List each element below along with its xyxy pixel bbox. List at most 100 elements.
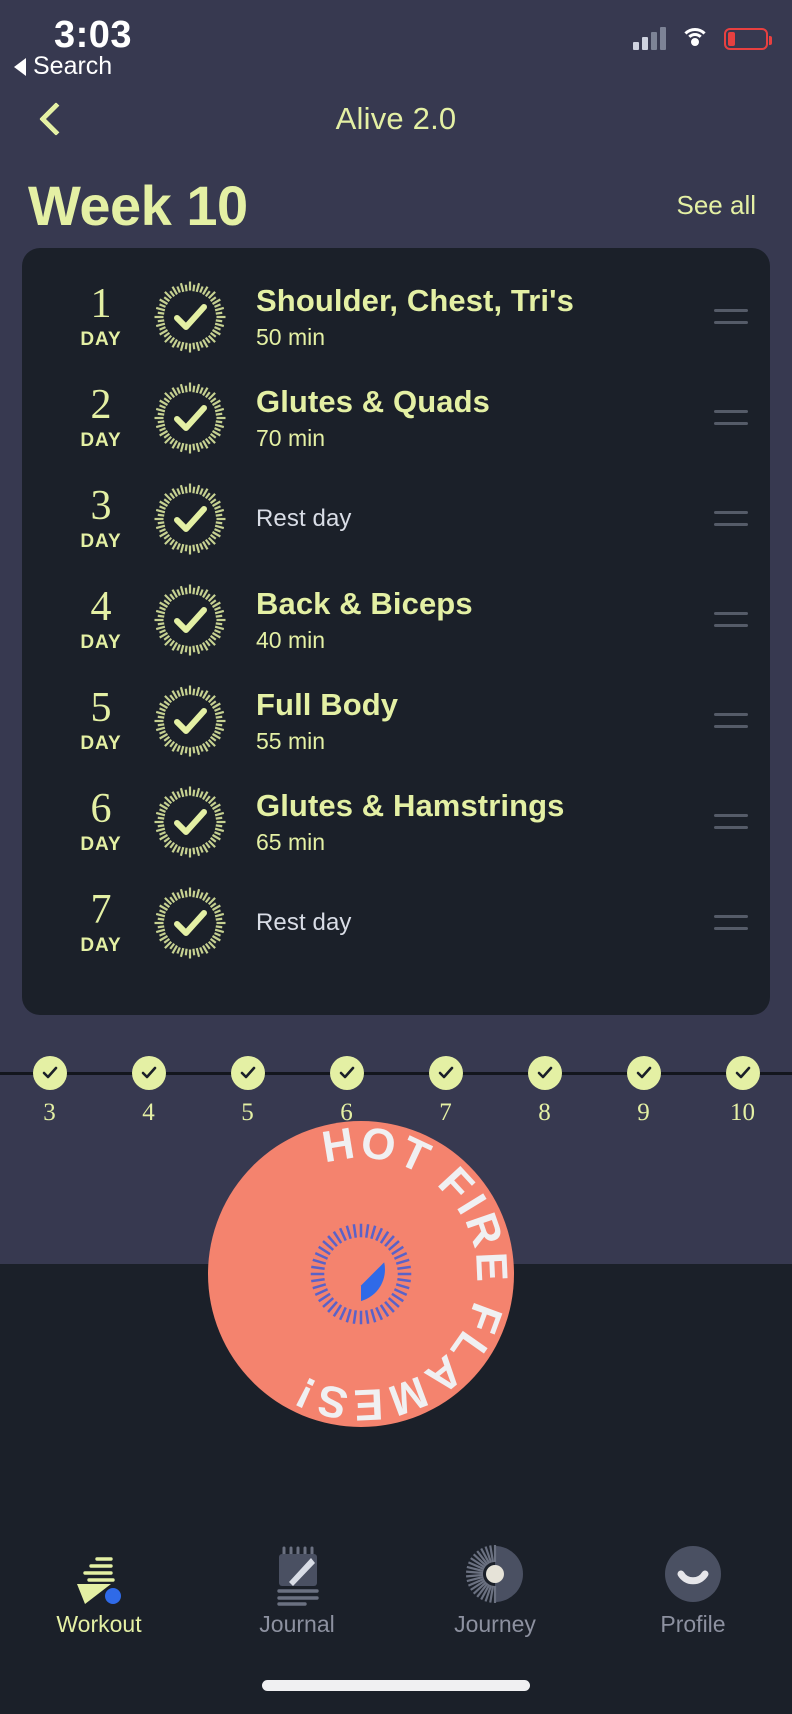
- day-drag-handle-icon[interactable]: [708, 915, 752, 930]
- day-info: Shoulder, Chest, Tri's 50 min: [228, 283, 708, 351]
- tab-label: Profile: [660, 1611, 726, 1637]
- timeline-week-item[interactable]: 9: [594, 1037, 693, 1133]
- tab-label: Journal: [259, 1611, 335, 1637]
- notebook-pencil-icon: [265, 1542, 329, 1606]
- safari-compass-icon: [310, 1223, 412, 1325]
- day-number-block: 5 DAY: [58, 687, 144, 755]
- day-drag-handle-icon[interactable]: [708, 713, 752, 728]
- day-workout-title: Rest day: [256, 908, 352, 936]
- day-row[interactable]: 6 DAY Glutes & Hamstrings 65 min: [22, 771, 770, 872]
- timeline-week-check-icon: [230, 1056, 265, 1090]
- day-row[interactable]: 7 DAY Rest day: [22, 872, 770, 973]
- tab-journal[interactable]: Journal: [198, 1536, 396, 1654]
- workout-bolt-icon: [67, 1542, 131, 1606]
- day-number-block: 3 DAY: [58, 485, 144, 553]
- timeline-week-item[interactable]: 10: [693, 1037, 792, 1133]
- day-drag-handle-icon[interactable]: [708, 612, 752, 627]
- day-label: DAY: [80, 934, 122, 956]
- day-workout-title: Glutes & Hamstrings: [256, 787, 565, 823]
- day-number-block: 4 DAY: [58, 586, 144, 654]
- day-drag-handle-icon[interactable]: [708, 511, 752, 526]
- day-drag-handle-icon[interactable]: [708, 814, 752, 829]
- day-number: 4: [90, 583, 112, 630]
- day-info: Full Body 55 min: [228, 687, 708, 755]
- timeline-week-check-icon: [428, 1056, 463, 1090]
- day-number-block: 2 DAY: [58, 384, 144, 452]
- timeline-week-check-icon: [131, 1056, 166, 1090]
- wifi-icon: [680, 28, 710, 50]
- home-indicator: [262, 1680, 530, 1691]
- day-complete-check-icon[interactable]: [152, 481, 228, 557]
- day-label: DAY: [80, 429, 122, 451]
- day-complete-check-icon[interactable]: [152, 683, 228, 759]
- timeline-week-label: 3: [43, 1099, 56, 1126]
- timeline-week-check-icon: [626, 1056, 661, 1090]
- status-bar-indicators: [633, 27, 772, 50]
- app-screen: 3:03 Search Alive 2.0 Week 10 See all 1 …: [0, 0, 792, 1714]
- day-workout-duration: 40 min: [256, 626, 326, 653]
- status-bar-back-label: Search: [33, 52, 113, 80]
- day-label: DAY: [80, 530, 122, 552]
- nav-bar: Alive 2.0: [0, 95, 792, 163]
- day-number: 6: [90, 785, 112, 832]
- day-info: Glutes & Hamstrings 65 min: [228, 788, 708, 856]
- chevron-left-icon[interactable]: [36, 99, 70, 139]
- week-header: Week 10 See all: [0, 163, 792, 248]
- see-all-link[interactable]: See all: [677, 190, 765, 221]
- timeline-week-label: 8: [538, 1099, 551, 1126]
- day-workout-title: Rest day: [256, 504, 352, 532]
- day-number: 1: [90, 280, 112, 327]
- day-complete-check-icon[interactable]: [152, 582, 228, 658]
- day-label: DAY: [80, 732, 122, 754]
- day-complete-check-icon[interactable]: [152, 279, 228, 355]
- tab-label: Workout: [56, 1611, 142, 1637]
- day-row[interactable]: 5 DAY Full Body 55 min: [22, 670, 770, 771]
- timeline-week-item[interactable]: 8: [495, 1037, 594, 1133]
- journey-burst-icon: [463, 1542, 527, 1606]
- day-number-block: 1 DAY: [58, 283, 144, 351]
- timeline-week-check-icon: [32, 1056, 67, 1090]
- tab-label: Journey: [454, 1611, 536, 1637]
- day-workout-duration: 55 min: [256, 727, 326, 754]
- day-info: Rest day: [228, 505, 708, 533]
- tab-journey[interactable]: Journey: [396, 1536, 594, 1654]
- day-info: Glutes & Quads 70 min: [228, 384, 708, 452]
- day-complete-check-icon[interactable]: [152, 380, 228, 456]
- day-drag-handle-icon[interactable]: [708, 410, 752, 425]
- status-bar-back-to-search[interactable]: Search: [14, 52, 112, 81]
- day-info: Rest day: [228, 909, 708, 937]
- day-drag-handle-icon[interactable]: [708, 309, 752, 324]
- day-workout-title: Full Body: [256, 686, 399, 722]
- week-progress-timeline: 3 4 5 6 7 8 9 10: [0, 1037, 792, 1133]
- day-workout-title: Back & Biceps: [256, 585, 473, 621]
- timeline-week-item[interactable]: 6: [297, 1037, 396, 1133]
- back-triangle-icon: [14, 57, 26, 76]
- day-label: DAY: [80, 328, 122, 350]
- week-title: Week 10: [28, 174, 248, 237]
- day-number-block: 7 DAY: [58, 889, 144, 957]
- day-complete-check-icon[interactable]: [152, 784, 228, 860]
- day-workout-title: Shoulder, Chest, Tri's: [256, 282, 574, 318]
- day-workout-title: Glutes & Quads: [256, 383, 490, 419]
- timeline-week-check-icon: [329, 1056, 364, 1090]
- day-row[interactable]: 1 DAY Shoulder, Chest, Tri's 50 min: [22, 266, 770, 367]
- timeline-week-item[interactable]: 5: [198, 1037, 297, 1133]
- day-row[interactable]: 3 DAY Rest day: [22, 468, 770, 569]
- day-row[interactable]: 4 DAY Back & Biceps 40 min: [22, 569, 770, 670]
- hot-fire-flames-badge[interactable]: HOT FIRE FLAMES!: [208, 1121, 514, 1427]
- day-number: 7: [90, 886, 112, 933]
- bottom-tab-bar: Workout Journal Journey Profile: [0, 1536, 792, 1654]
- timeline-week-item[interactable]: 7: [396, 1037, 495, 1133]
- day-workout-duration: 50 min: [256, 323, 326, 350]
- tab-profile[interactable]: Profile: [594, 1536, 792, 1654]
- status-bar-time: 3:03: [54, 14, 133, 56]
- day-complete-check-icon[interactable]: [152, 885, 228, 961]
- day-row[interactable]: 2 DAY Glutes & Quads 70 min: [22, 367, 770, 468]
- timeline-week-item[interactable]: 4: [99, 1037, 198, 1133]
- timeline-week-item[interactable]: 3: [0, 1037, 99, 1133]
- timeline-week-check-icon: [527, 1056, 562, 1090]
- day-number: 2: [90, 381, 112, 428]
- tab-workout[interactable]: Workout: [0, 1536, 198, 1654]
- page-title: Alive 2.0: [335, 101, 457, 136]
- day-workout-duration: 70 min: [256, 424, 326, 451]
